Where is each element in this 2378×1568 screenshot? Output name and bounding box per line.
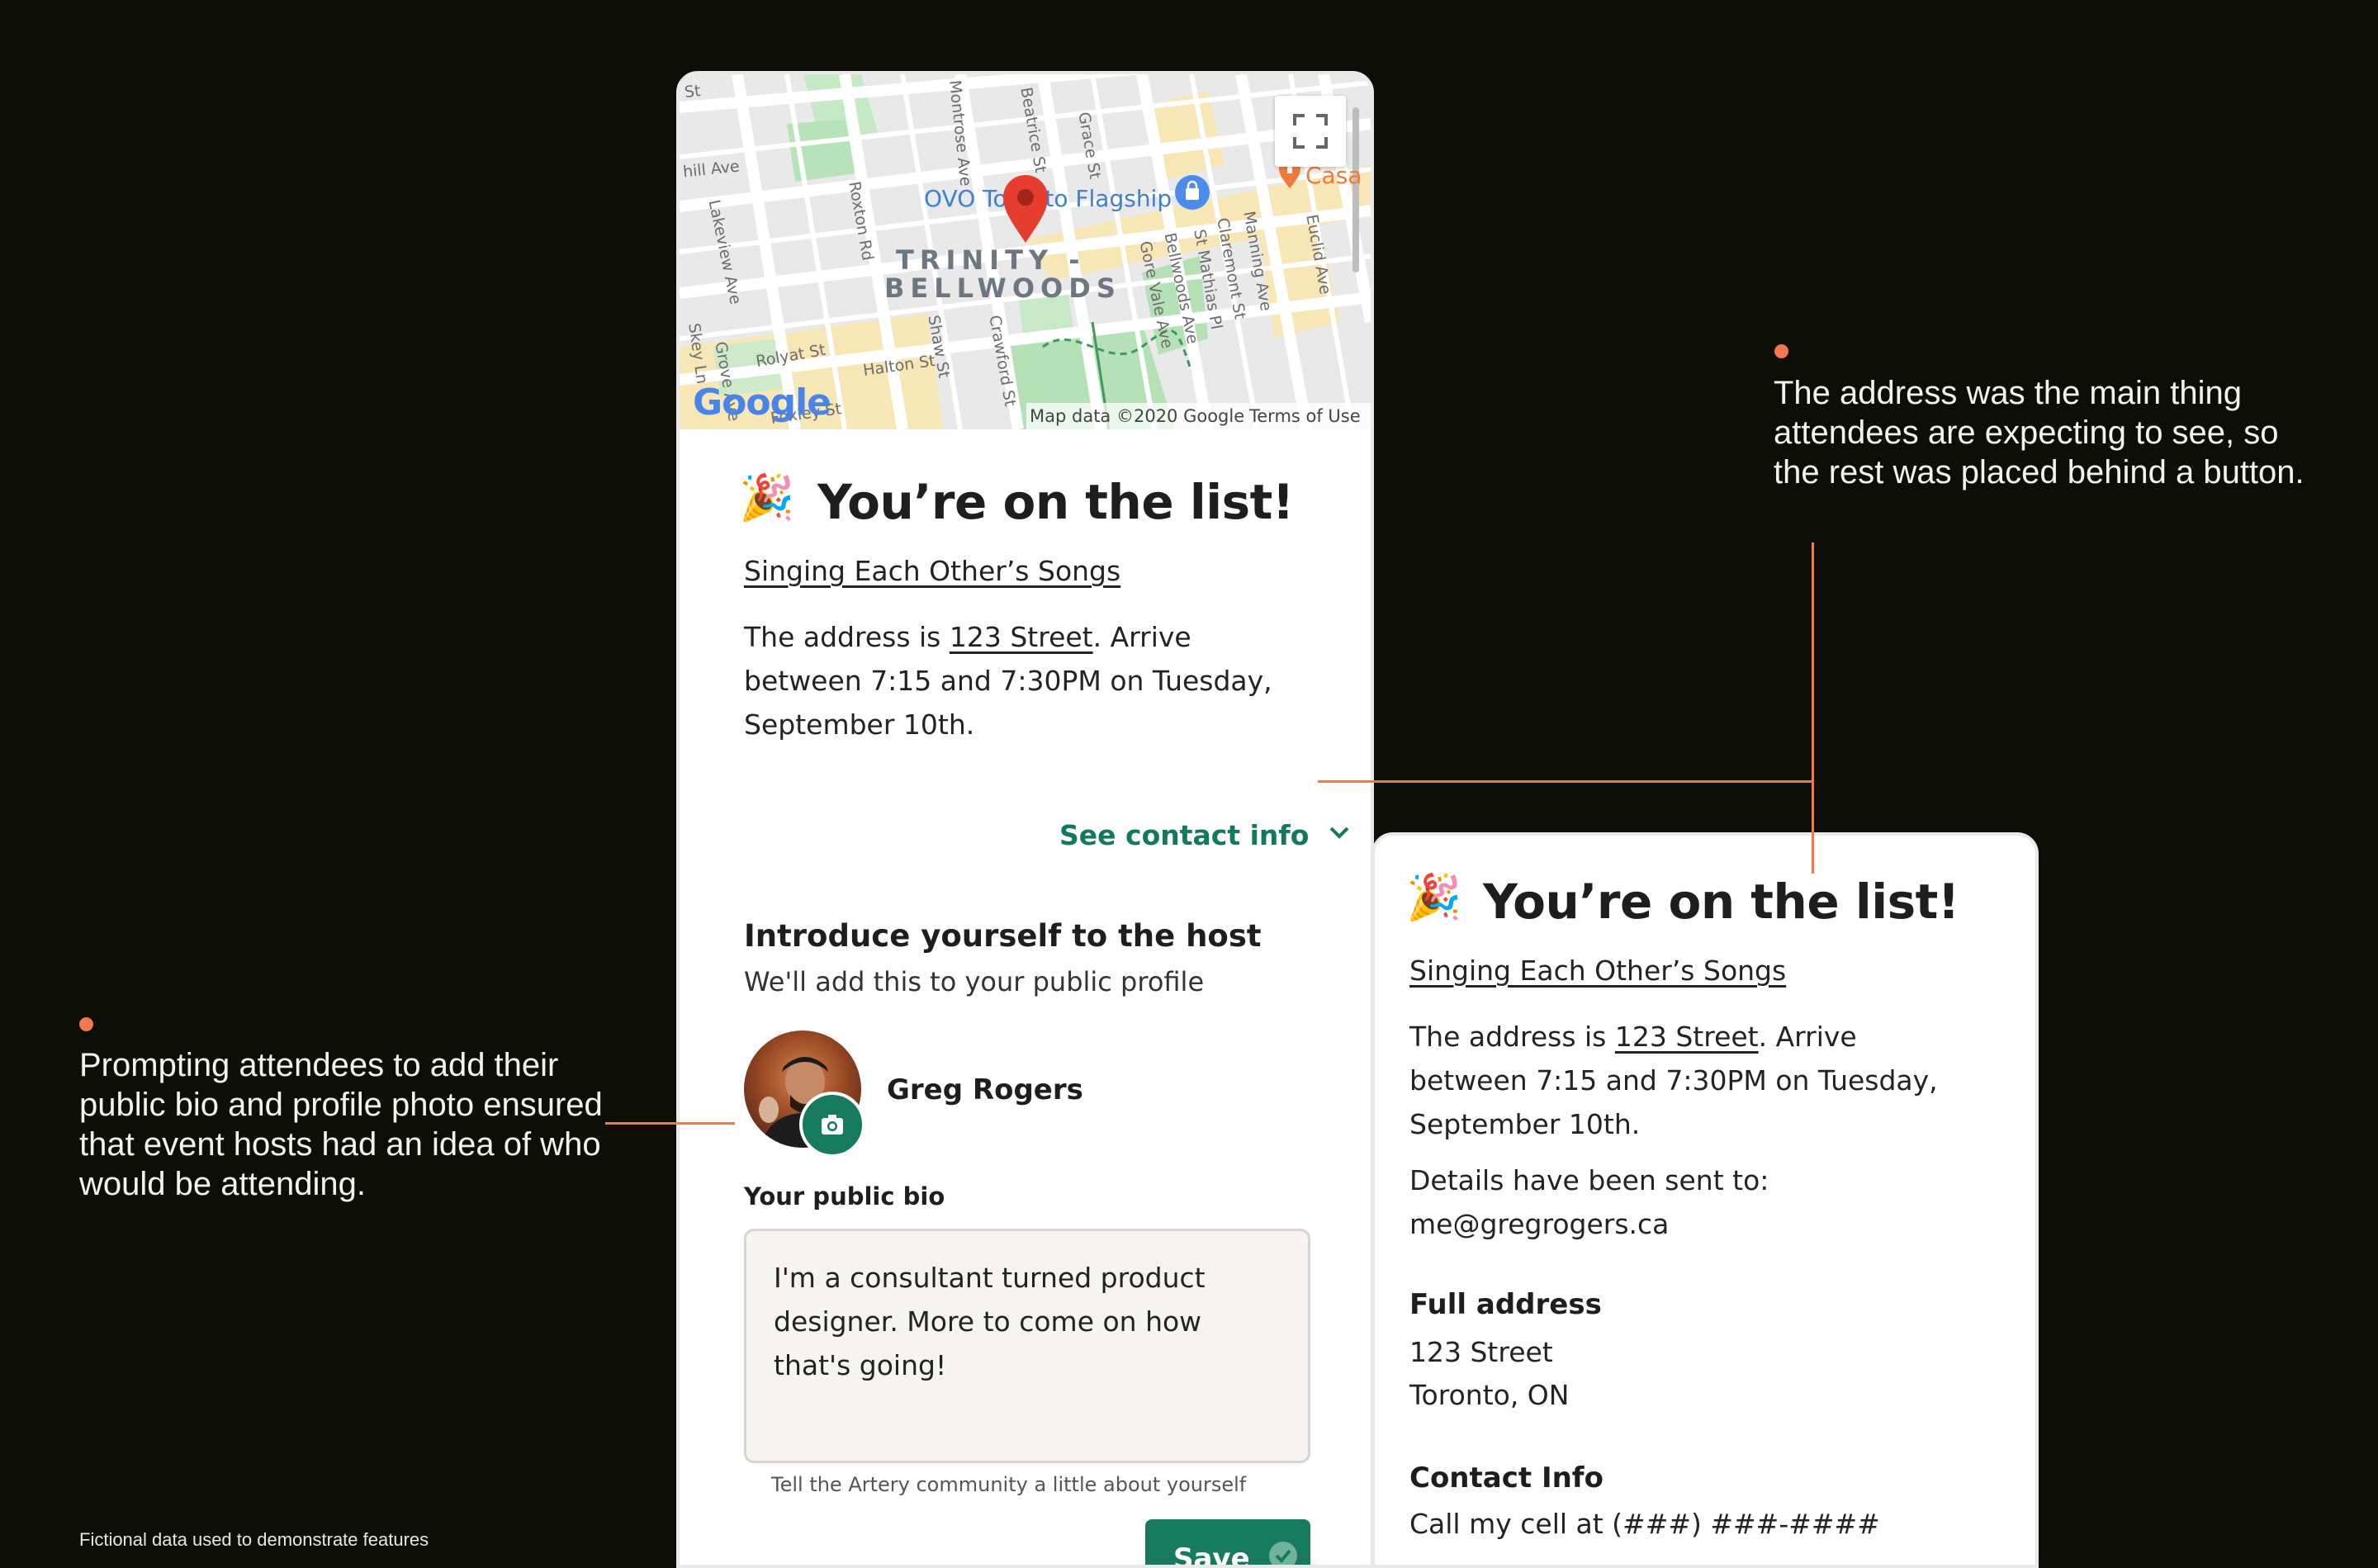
map-pin-icon[interactable] bbox=[1002, 173, 1049, 244]
details-email: me@gregrogers.ca bbox=[1409, 1208, 1670, 1240]
connector-line bbox=[1318, 780, 1813, 783]
terms-of-use-link[interactable]: Terms of Use bbox=[1249, 406, 1361, 426]
address-link[interactable]: 123 Street bbox=[1615, 1021, 1759, 1053]
camera-icon[interactable] bbox=[799, 1092, 865, 1158]
map-attribution: Map data ©2020 Google bbox=[1030, 406, 1245, 426]
details-sent-label: Details have been sent to: bbox=[1409, 1164, 1769, 1196]
user-name: Greg Rogers bbox=[887, 1073, 1083, 1106]
annotation-address: The address was the main thing attendees… bbox=[1774, 375, 2305, 490]
annotation-bio: Prompting attendees to add their public … bbox=[79, 1047, 603, 1202]
bio-label: Your public bio bbox=[744, 1182, 945, 1210]
address-paragraph: The address is 123 Street. Arrive betwee… bbox=[744, 615, 1314, 746]
connector-line bbox=[605, 1122, 735, 1125]
save-button[interactable]: Save bbox=[1145, 1519, 1310, 1568]
save-label: Save bbox=[1173, 1542, 1250, 1568]
event-name-link[interactable]: Singing Each Other’s Songs bbox=[1409, 955, 1786, 987]
bio-helper-text: Tell the Artery community a little about… bbox=[771, 1473, 1247, 1496]
address-prefix: The address is bbox=[744, 621, 950, 653]
chevron-down-icon bbox=[1329, 826, 1350, 845]
map-street-label: St bbox=[683, 82, 702, 102]
connector-line bbox=[1812, 542, 1814, 874]
see-contact-info-label: See contact info bbox=[1059, 819, 1310, 851]
expanded-confirmation-card: 🎉 You’re on the list! Singing Each Other… bbox=[1371, 832, 2039, 1568]
intro-subheading: We'll add this to your public profile bbox=[744, 966, 1205, 997]
event-confirmation-card: St hill Ave Montrose Ave Beatrice St Gra… bbox=[676, 71, 1374, 1568]
party-popper-icon: 🎉 bbox=[739, 473, 795, 523]
address-prefix: The address is bbox=[1409, 1021, 1615, 1053]
address-line-1: 123 Street bbox=[1409, 1336, 1553, 1368]
full-address-heading: Full address bbox=[1409, 1288, 1602, 1321]
footnote: Fictional data used to demonstrate featu… bbox=[79, 1529, 429, 1550]
annotation-dot bbox=[1774, 344, 1788, 358]
party-popper-icon: 🎉 bbox=[1406, 873, 1462, 922]
fullscreen-icon[interactable] bbox=[1275, 96, 1346, 167]
contact-info-line: Call my cell at (###) ###-#### bbox=[1409, 1508, 1880, 1540]
check-circle-icon bbox=[1268, 1541, 1298, 1565]
bio-textarea[interactable]: I'm a consultant turned product designer… bbox=[744, 1229, 1310, 1463]
google-logo: Google bbox=[693, 381, 831, 424]
contact-info-heading: Contact Info bbox=[1409, 1461, 1603, 1495]
intro-heading: Introduce yourself to the host bbox=[744, 918, 1262, 954]
event-name-link[interactable]: Singing Each Other’s Songs bbox=[744, 555, 1120, 587]
neighbourhood-label: TRINITY - bbox=[896, 244, 1086, 276]
location-map[interactable]: St hill Ave Montrose Ave Beatrice St Gra… bbox=[680, 74, 1371, 429]
confirmation-title: You’re on the list! bbox=[1483, 874, 1959, 930]
annotation-dot bbox=[79, 1017, 93, 1031]
address-paragraph: The address is 123 Street. Arrive betwee… bbox=[1409, 1015, 1979, 1146]
address-line-2: Toronto, ON bbox=[1409, 1379, 1570, 1411]
see-contact-info-toggle[interactable]: See contact info bbox=[1059, 819, 1350, 851]
neighbourhood-label: BELLWOODS bbox=[884, 272, 1121, 304]
address-link[interactable]: 123 Street bbox=[950, 621, 1093, 653]
confirmation-title: You’re on the list! bbox=[817, 474, 1294, 530]
shopping-bag-icon[interactable] bbox=[1175, 175, 1210, 210]
